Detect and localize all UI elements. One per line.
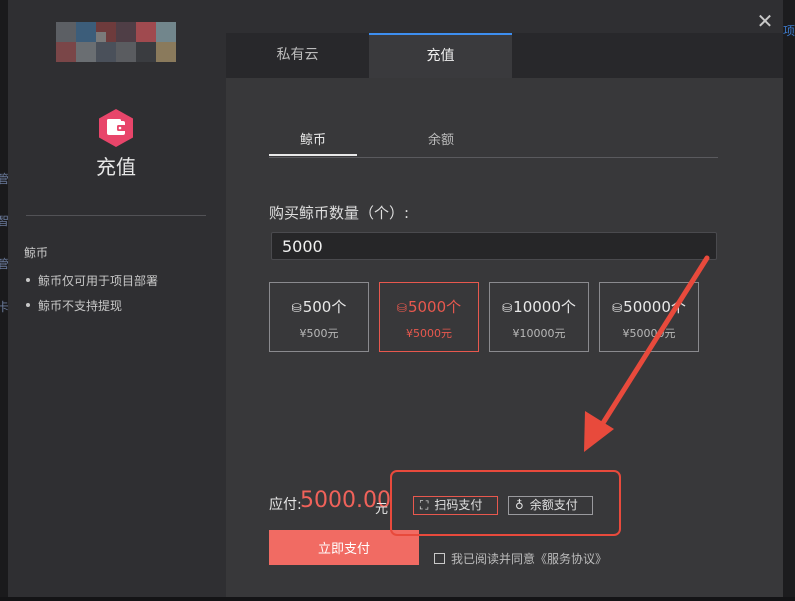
option-amount: 10000个 xyxy=(513,298,576,316)
blurred-logo xyxy=(56,22,176,62)
quantity-label: 购买鲸币数量（个）: xyxy=(269,204,410,222)
amount-due-unit: 元 xyxy=(375,502,389,517)
coin-option-10000[interactable]: ⛁10000个 ¥10000元 xyxy=(489,282,589,352)
background-right-strip: 项 xyxy=(783,0,795,601)
agreement-checkbox[interactable] xyxy=(434,553,445,564)
close-icon: ✕ xyxy=(756,9,774,33)
option-amount: 500个 xyxy=(302,298,347,316)
bullet-icon xyxy=(26,303,30,307)
coin-stack-icon: ⛁ xyxy=(612,301,623,315)
option-price: ¥10000元 xyxy=(512,327,566,340)
amount-due-label: 应付: xyxy=(269,497,302,513)
tab-bar: 私有云 充值 xyxy=(226,33,783,78)
background-bottom-strip xyxy=(0,597,795,601)
coin-stack-icon: ⛁ xyxy=(502,301,513,315)
annotation-highlight-box xyxy=(390,470,621,536)
coin-option-500[interactable]: ⛁500个 ¥500元 xyxy=(269,282,369,352)
wallet-icon xyxy=(99,109,133,147)
list-item: 鲸币不支持提现 xyxy=(26,297,158,322)
option-price: ¥5000元 xyxy=(406,327,452,340)
agreement-checkbox-row[interactable]: 我已阅读并同意《服务协议》 xyxy=(434,550,607,567)
note-text: 鲸币不支持提现 xyxy=(38,299,123,313)
subtab-balance[interactable]: 余额 xyxy=(397,128,485,154)
sidebar-notes: 鲸币仅可用于项目部署 鲸币不支持提现 xyxy=(26,272,158,322)
tab-private-cloud[interactable]: 私有云 xyxy=(226,33,369,78)
subtab-coins[interactable]: 鲸币 xyxy=(269,128,357,156)
sidebar-title: 充值 xyxy=(96,155,136,179)
quantity-input[interactable] xyxy=(271,232,717,260)
background-text-fragment: 项 xyxy=(783,24,795,38)
tab-recharge[interactable]: 充值 xyxy=(369,33,512,78)
agreement-text: 我已阅读并同意《服务协议》 xyxy=(451,552,608,566)
sidebar-section-title: 鲸币 xyxy=(24,246,49,260)
option-amount: 50000个 xyxy=(623,298,686,316)
option-price: ¥500元 xyxy=(299,327,339,340)
option-price: ¥50000元 xyxy=(622,327,676,340)
list-item: 鲸币仅可用于项目部署 xyxy=(26,272,158,297)
coin-stack-icon: ⛁ xyxy=(396,301,407,315)
coin-option-5000[interactable]: ⛁5000个 ¥5000元 xyxy=(379,282,479,352)
bullet-icon xyxy=(26,278,30,282)
coin-stack-icon: ⛁ xyxy=(291,301,302,315)
note-text: 鲸币仅可用于项目部署 xyxy=(38,274,159,288)
close-button[interactable]: ✕ xyxy=(754,10,776,32)
option-amount: 5000个 xyxy=(407,298,462,316)
subtab-bar: 鲸币 余额 xyxy=(269,128,718,158)
coin-option-50000[interactable]: ⛁50000个 ¥50000元 xyxy=(599,282,699,352)
sidebar-divider-line xyxy=(26,215,206,216)
background-left-strip: 管 智 管 卡 xyxy=(0,0,9,601)
